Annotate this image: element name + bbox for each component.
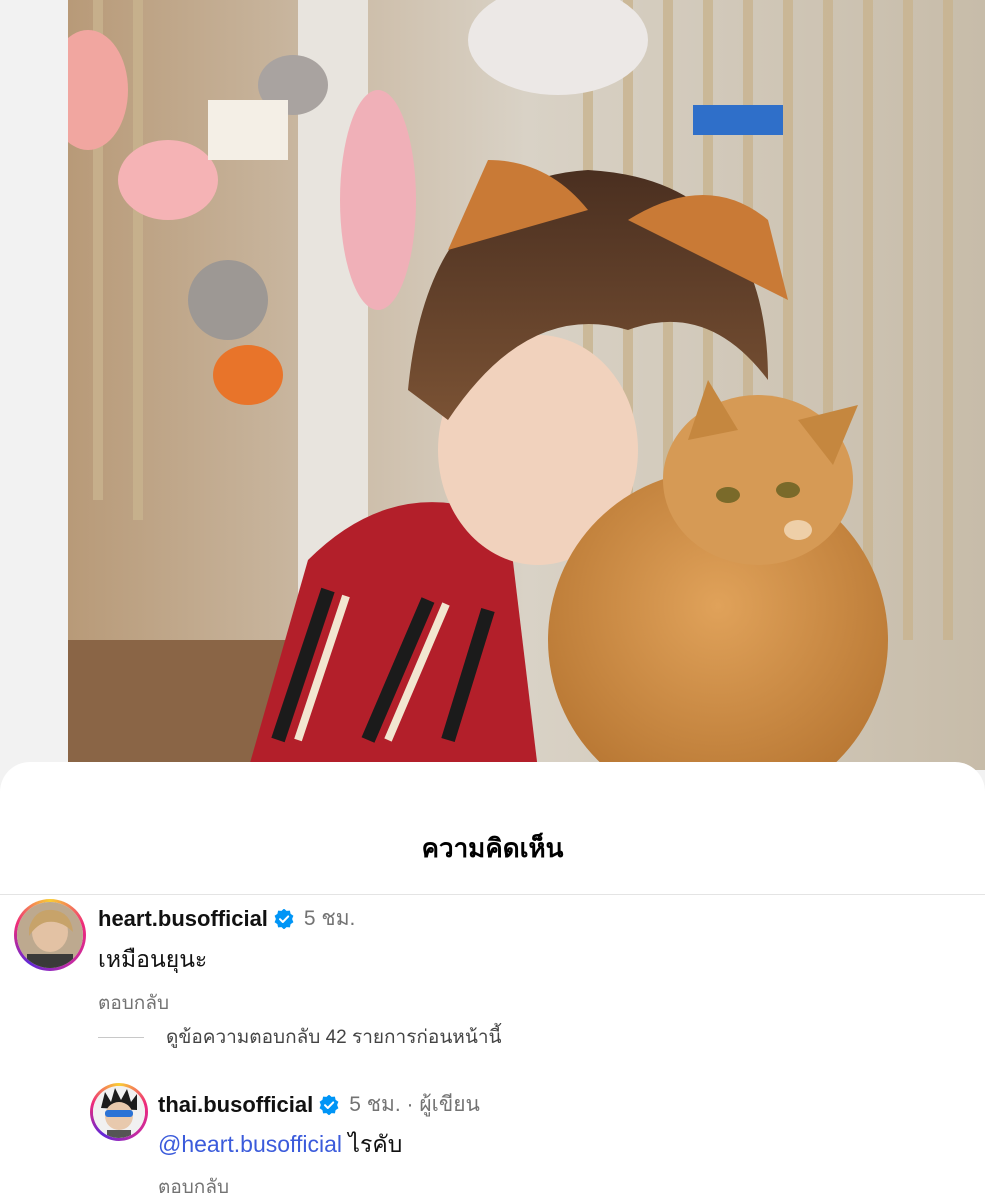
reply-button[interactable]: ตอบกลับ <box>98 988 169 1018</box>
avatar-thai-busofficial[interactable] <box>90 1083 148 1141</box>
comment-time: 5 ชม. <box>303 907 356 930</box>
mention-link[interactable]: @heart.busofficial <box>158 1131 342 1157</box>
comments-sheet: ความคิดเห็น <box>0 762 985 1200</box>
post-photo[interactable] <box>68 0 985 770</box>
view-replies-button[interactable]: ดูข้อความตอบกลับ 42 รายการก่อนหน้านี้ <box>98 1022 501 1052</box>
sheet-title: ความคิดเห็น <box>421 833 564 863</box>
reply-text: @heart.busofficial ไรคับ <box>158 1127 402 1163</box>
view-replies-line <box>98 1036 144 1038</box>
comment-text: เหมือนยุนะ <box>98 946 208 972</box>
comment-username[interactable]: heart.busofficial <box>98 906 268 932</box>
verified-badge-icon <box>274 908 294 929</box>
view-replies-label: ดูข้อความตอบกลับ 42 รายการก่อนหน้านี้ <box>166 1027 502 1048</box>
avatar-heart-busofficial[interactable] <box>14 899 86 971</box>
reply-button[interactable]: ตอบกลับ <box>158 1172 229 1202</box>
comment-header: heart.busofficial 5 ชม. <box>98 902 355 935</box>
reply-username[interactable]: thai.busofficial <box>158 1092 313 1118</box>
reply-meta: 5 ชม. · ผู้เขียน <box>349 1093 480 1116</box>
divider <box>0 894 985 895</box>
verified-badge-icon <box>319 1094 339 1115</box>
reply-header: thai.busofficial 5 ชม. · ผู้เขียน <box>158 1088 480 1121</box>
reply-body: ไรคับ <box>342 1131 403 1157</box>
